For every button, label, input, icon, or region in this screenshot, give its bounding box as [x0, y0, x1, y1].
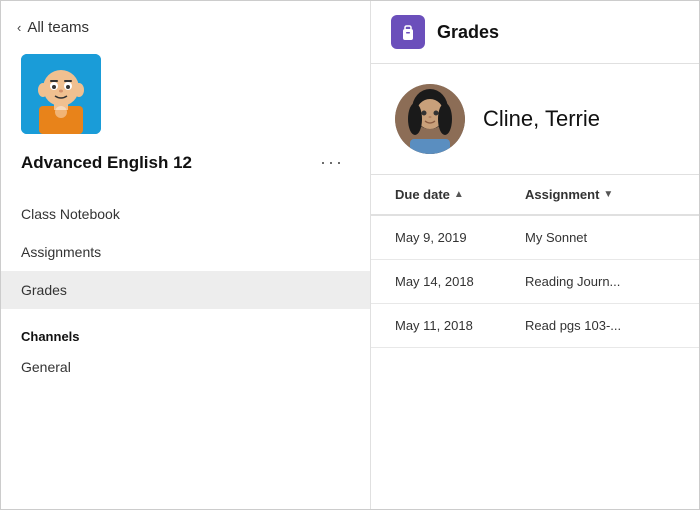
sidebar-item-assignments[interactable]: Assignments: [1, 233, 370, 271]
student-name: Cline, Terrie: [483, 106, 600, 132]
cell-due-date-2: May 11, 2018: [395, 318, 525, 333]
channel-item-general[interactable]: General: [21, 350, 350, 384]
team-options-button[interactable]: ···: [314, 150, 350, 175]
team-avatar: [21, 54, 101, 134]
team-name: Advanced English 12: [21, 153, 304, 173]
nav-items: Class Notebook Assignments Grades: [1, 195, 370, 309]
assignments-table: Due date ▲ Assignment ▼ May 9, 2019 My S…: [371, 175, 699, 509]
table-row[interactable]: May 14, 2018 Reading Journ...: [371, 260, 699, 304]
cell-assignment-0: My Sonnet: [525, 230, 675, 245]
grades-title: Grades: [437, 22, 499, 43]
table-row[interactable]: May 11, 2018 Read pgs 103-...: [371, 304, 699, 348]
cell-assignment-1: Reading Journ...: [525, 274, 675, 289]
sidebar-item-grades[interactable]: Grades: [1, 271, 370, 309]
sort-down-icon: ▼: [603, 189, 613, 200]
sort-up-icon: ▲: [454, 189, 464, 200]
student-photo: [395, 84, 465, 154]
team-avatar-image: [21, 54, 101, 134]
cell-assignment-2: Read pgs 103-...: [525, 318, 675, 333]
team-name-row: Advanced English 12 ···: [1, 150, 370, 195]
back-nav[interactable]: ‹ All teams: [1, 1, 370, 50]
table-header: Due date ▲ Assignment ▼: [371, 175, 699, 216]
back-label: All teams: [27, 19, 89, 36]
grades-bag-icon: [398, 22, 418, 42]
right-panel: Grades: [371, 1, 699, 509]
student-avatar: [395, 84, 465, 154]
sidebar-item-class-notebook[interactable]: Class Notebook: [1, 195, 370, 233]
cell-due-date-1: May 14, 2018: [395, 274, 525, 289]
col-due-date-header[interactable]: Due date ▲: [395, 187, 525, 202]
channels-section: Channels General: [1, 309, 370, 392]
col-assignment-header[interactable]: Assignment ▼: [525, 187, 675, 202]
student-avatar-image: [395, 84, 465, 154]
cell-due-date-0: May 9, 2019: [395, 230, 525, 245]
grades-icon: [391, 15, 425, 49]
left-panel: ‹ All teams: [1, 1, 371, 509]
back-chevron-icon: ‹: [17, 20, 21, 35]
student-info: Cline, Terrie: [371, 64, 699, 175]
table-row[interactable]: May 9, 2019 My Sonnet: [371, 216, 699, 260]
channels-header: Channels: [21, 329, 350, 344]
grades-header: Grades: [371, 1, 699, 64]
